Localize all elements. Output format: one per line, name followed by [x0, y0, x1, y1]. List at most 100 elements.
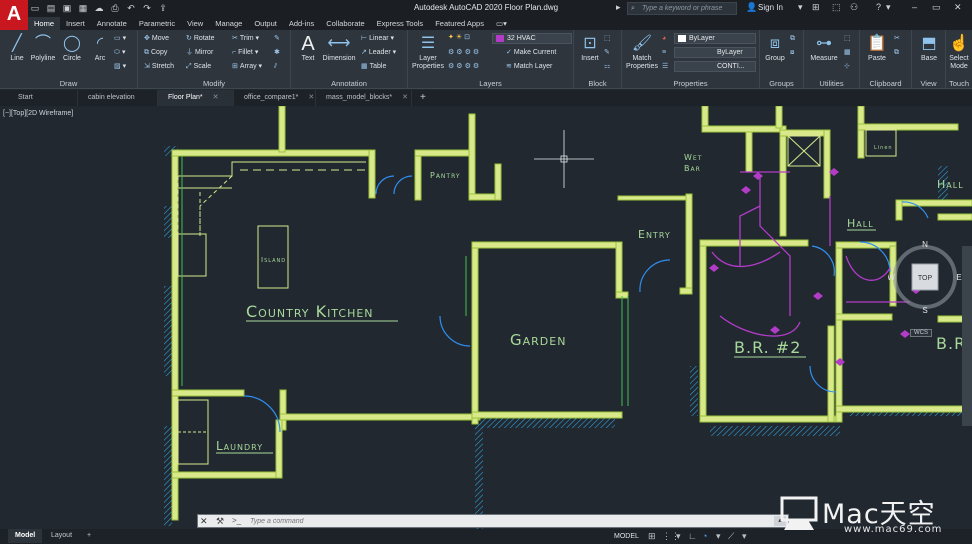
stretch-tool[interactable]: ⇲ Stretch: [144, 62, 174, 72]
circle-tool[interactable]: ◯ Circle: [57, 33, 87, 63]
move-tool[interactable]: ✥ Move: [144, 34, 169, 44]
dropdown-icon[interactable]: ▾: [798, 2, 803, 13]
close-tab-icon[interactable]: ✕: [402, 94, 408, 101]
match-layer-tool[interactable]: ≋ Match Layer: [506, 62, 552, 72]
id-point-tool[interactable]: ⊹: [844, 62, 852, 72]
rectangle-tool[interactable]: ▭ ▾: [114, 34, 126, 44]
viewport-controls[interactable]: [−][Top][2D Wireframe]: [3, 110, 73, 117]
touch-panel-title[interactable]: Touch: [946, 79, 972, 88]
utilities-panel-title[interactable]: Utilities: [804, 79, 859, 88]
polar-icon[interactable]: ◔: [702, 530, 707, 542]
view-panel-title[interactable]: View: [912, 79, 945, 88]
rotate-tool[interactable]: ↻ Rotate: [186, 34, 215, 44]
base-view-tool[interactable]: ⬒ Base: [914, 33, 944, 63]
group-edit-tool[interactable]: ⧇: [790, 48, 796, 58]
layer-dropdown[interactable]: 32 HVAC: [492, 33, 572, 44]
hatch-tool[interactable]: ▨ ▾: [114, 62, 126, 72]
explode-tool[interactable]: ✱: [274, 48, 282, 58]
isodraft-dropdown-icon[interactable]: ▾: [742, 530, 747, 542]
copy-tool[interactable]: ⧉ Copy: [144, 48, 167, 58]
exchange-icon[interactable]: ▸: [616, 2, 621, 13]
polyline-tool[interactable]: ⌒ Polyline: [28, 33, 58, 63]
wcs-menu[interactable]: WCS: [910, 329, 932, 337]
ribbon-tab-featured-apps[interactable]: Featured Apps: [429, 17, 490, 30]
ribbon-tab-collaborate[interactable]: Collaborate: [320, 17, 370, 30]
account-icon[interactable]: ⚇: [850, 2, 858, 13]
restore-icon[interactable]: ▭: [932, 2, 941, 13]
layer-tools-row2[interactable]: ⚙ ⚙ ⚙ ⚙: [448, 62, 481, 72]
properties-panel-title[interactable]: Properties: [622, 79, 759, 88]
select-mode-tool[interactable]: ☝ Select Mode: [944, 33, 972, 71]
customize-icon[interactable]: ⚒: [216, 515, 224, 527]
mirror-tool[interactable]: ⏚ Mirror: [186, 48, 213, 58]
layer-properties-tool[interactable]: ☰ Layer Properties: [410, 33, 446, 71]
layout-tab[interactable]: Layout: [44, 529, 79, 543]
clipboard-panel-title[interactable]: Clipboard: [860, 79, 911, 88]
edit-block-tool[interactable]: ✎: [604, 48, 612, 58]
command-line-close-icon[interactable]: ✕: [200, 515, 208, 527]
drawing-canvas[interactable]: [−][Top][2D Wireframe] Linen Country Kit…: [0, 106, 972, 529]
offset-tool[interactable]: ⫽: [274, 62, 279, 72]
file-tab-floor-plan[interactable]: Floor Plan* ✕: [158, 90, 234, 106]
ribbon-tab-express-tools[interactable]: Express Tools: [371, 17, 430, 30]
ribbon-minimize-icon[interactable]: ▭▾: [490, 17, 513, 30]
sign-in-button[interactable]: Sign In: [758, 3, 783, 12]
dimension-tool[interactable]: ⟷ Dimension: [321, 33, 357, 63]
color-dropdown[interactable]: ByLayer: [674, 33, 756, 44]
arc-tool[interactable]: ◜ Arc: [85, 33, 115, 63]
ribbon-tab-output[interactable]: Output: [248, 17, 283, 30]
viewcube-east[interactable]: E: [956, 273, 961, 282]
annotation-panel-title[interactable]: Annotation: [291, 79, 407, 88]
ribbon-tab-home[interactable]: Home: [28, 17, 61, 30]
leader-tool[interactable]: ↗ Leader ▾: [361, 48, 396, 58]
scale-tool[interactable]: ⤢ Scale: [186, 62, 211, 72]
linetype-dropdown[interactable]: CONTI...: [674, 61, 756, 72]
viewcube-south[interactable]: S: [922, 306, 927, 314]
close-tab-icon[interactable]: ✕: [213, 94, 219, 101]
autodesk-a360-icon[interactable]: ⬚: [832, 2, 841, 13]
create-block-tool[interactable]: ⬚: [604, 34, 613, 44]
add-layout-icon[interactable]: +: [80, 529, 98, 543]
polar-dropdown-icon[interactable]: ▾: [716, 530, 721, 542]
calculator-tool[interactable]: ▦: [844, 48, 853, 58]
close-tab-icon[interactable]: ✕: [308, 94, 314, 101]
measure-tool[interactable]: ⊶ Measure: [808, 33, 840, 63]
modify-panel-title[interactable]: Modify: [138, 79, 290, 88]
layer-tools-row1[interactable]: ⚙ ⚙ ⚙ ⚙: [448, 48, 481, 58]
insert-tool[interactable]: ⊡ Insert: [575, 33, 605, 63]
viewcube-west[interactable]: W: [888, 273, 895, 282]
viewcube[interactable]: TOP N S W E: [888, 240, 962, 314]
snap-dropdown-icon[interactable]: ▾: [676, 530, 681, 542]
block-panel-title[interactable]: Block: [574, 79, 621, 88]
edit-attributes-tool[interactable]: ⚏: [604, 62, 612, 72]
ribbon-tab-view[interactable]: View: [181, 17, 209, 30]
file-tab-office-compare1[interactable]: office_compare1* ✕: [234, 90, 316, 106]
viewcube-north[interactable]: N: [922, 240, 928, 249]
file-tab-mass-model-blocks[interactable]: mass_model_blocks* ✕: [316, 90, 412, 106]
paste-tool[interactable]: 📋 Paste: [862, 33, 892, 63]
layers-panel-title[interactable]: Layers: [408, 79, 573, 88]
model-tab[interactable]: Model: [8, 529, 43, 543]
floor-plan-drawing[interactable]: Linen Country Kitchen Island Pantry Gard…: [0, 106, 972, 529]
ribbon-tab-manage[interactable]: Manage: [209, 17, 248, 30]
copy-clip-tool[interactable]: ⧉: [894, 48, 901, 58]
application-menu-button[interactable]: A: [0, 0, 28, 30]
ribbon-tab-annotate[interactable]: Annotate: [91, 17, 133, 30]
new-tab-icon[interactable]: +: [412, 90, 434, 106]
trim-tool[interactable]: ✂ Trim ▾: [232, 34, 259, 44]
help-icon[interactable]: ?: [876, 2, 881, 12]
text-tool[interactable]: A Text: [293, 33, 323, 63]
groups-panel-title[interactable]: Groups: [760, 79, 803, 88]
layer-state-icons[interactable]: ✦ ☀ ⊡: [448, 33, 472, 43]
close-icon[interactable]: ✕: [954, 2, 962, 13]
table-tool[interactable]: ▦ Table: [361, 62, 386, 72]
grid-icon[interactable]: ⊞: [648, 530, 656, 542]
ribbon-tab-parametric[interactable]: Parametric: [133, 17, 181, 30]
match-properties-tool[interactable]: 🖌 Match Properties: [624, 33, 660, 71]
isodraft-icon[interactable]: ⟋: [728, 530, 734, 542]
cut-tool[interactable]: ✂: [894, 34, 902, 44]
ortho-icon[interactable]: ∟: [688, 530, 697, 542]
file-tab-start[interactable]: Start: [8, 90, 78, 106]
draw-panel-title[interactable]: Draw: [0, 79, 137, 88]
model-space-toggle[interactable]: MODEL: [614, 529, 639, 544]
